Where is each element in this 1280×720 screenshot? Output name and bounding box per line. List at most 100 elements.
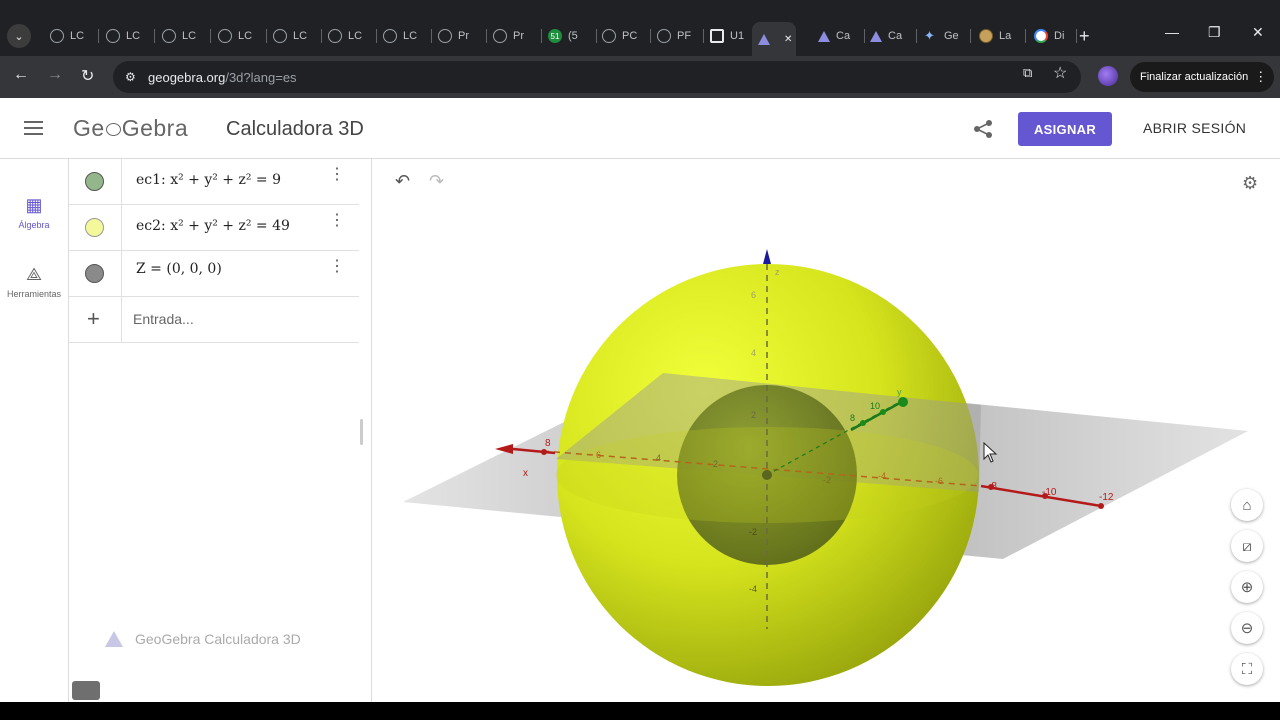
new-tab-button[interactable]: + [1079,26,1090,47]
y-tick-label: 10 [870,401,880,411]
browser-tab-strip: ⌄ LC LC LC LC LC LC LC Pr Pr 51 (5 PC PF U1 ✕ Ca Ca ✦ Ge La… [0,0,1280,56]
tab-search-button[interactable]: ⌄ [7,24,31,48]
redo-icon[interactable]: ↷ [429,171,444,192]
globe-icon [50,29,64,43]
visibility-marble[interactable] [85,218,104,237]
keyboard-icon[interactable] [72,681,100,700]
browser-tab[interactable]: LC [212,22,267,50]
tab-separator [916,29,917,43]
x-tick-label: 4 [656,453,661,463]
visibility-marble[interactable] [85,172,104,191]
tab-title: La [999,30,1012,42]
tab-title: PF [677,30,692,42]
z-tick-label: -2 [749,527,757,537]
graphics-3d-view[interactable]: 8 6 4 2 -2 -4 -6 -8 -10 -12 x 6 4 2 -2 -… [373,159,1280,702]
browser-tab[interactable]: LC [156,22,211,50]
globe-icon [218,29,232,43]
algebra-expression[interactable]: Z = (0, 0, 0) [136,261,222,277]
row-menu-icon[interactable]: ⋮ [329,259,345,275]
tab-separator [1025,29,1026,43]
address-bar[interactable]: ⚙ geogebra.org/3d?lang=es [113,61,1081,93]
y-axis-label: y [897,387,902,397]
profile-avatar[interactable] [1098,66,1118,86]
z-tick-label: 6 [751,290,756,300]
close-window-button[interactable]: ✕ [1252,24,1264,41]
sidebar-item-algebra[interactable]: ▦ Álgebra [0,195,68,230]
browser-tab[interactable]: PF [651,22,704,50]
browser-tab[interactable]: Di [1028,22,1077,50]
geogebra-logo[interactable]: Ge Gebra [73,115,188,142]
utp-icon [710,29,724,43]
view-in-front-button[interactable]: ⧄ [1231,530,1263,562]
tab-separator [210,29,211,43]
visibility-marble[interactable] [85,264,104,283]
x-tick-mark [1098,503,1104,509]
share-icon[interactable] [972,119,994,139]
browser-tab[interactable]: LC [267,22,322,50]
browser-tab[interactable]: U1 [704,22,753,50]
browser-tab[interactable]: Ca [864,22,917,50]
tab-separator [154,29,155,43]
browser-tab[interactable]: Pr [432,22,487,50]
plus-icon[interactable]: + [87,306,100,332]
globe-icon [328,29,342,43]
panel-resize-handle[interactable] [360,419,363,445]
browser-tab[interactable]: LC [322,22,377,50]
algebra-input-row[interactable]: + Entrada... [69,297,359,343]
z-tick-label: 2 [751,410,756,420]
z-tick-label: 4 [751,348,756,358]
home-view-button[interactable]: ⌂ [1231,489,1263,521]
close-tab-icon[interactable]: ✕ [784,34,792,45]
finish-update-button[interactable]: Finalizar actualización ⋮ [1130,62,1274,92]
minimize-button[interactable]: — [1165,24,1179,40]
browser-tab[interactable]: LC [44,22,99,50]
browser-tab[interactable]: Pr [487,22,542,50]
browser-tab[interactable]: LC [377,22,432,50]
restore-button[interactable]: ❐ [1208,24,1221,41]
browser-tab[interactable]: Ca [812,22,865,50]
tab-title: LC [70,30,85,42]
tab-title: LC [403,30,418,42]
3d-scene[interactable]: 8 6 4 2 -2 -4 -6 -8 -10 -12 x 6 4 2 -2 -… [373,159,1280,702]
tab-title: LC [348,30,363,42]
browser-tab[interactable]: 51 (5 [542,22,597,50]
globe-icon [162,29,176,43]
browser-tab[interactable]: LC [100,22,155,50]
login-button[interactable]: ABRIR SESIÓN [1143,120,1246,136]
back-button[interactable]: ← [13,66,29,84]
settings-gear-icon[interactable]: ⚙ [1242,173,1258,194]
sidebar-item-tools[interactable]: ⟁ Herramientas [0,264,68,299]
y-tick-mark [880,409,886,415]
footer-brand-label: GeoGebra Calculadora 3D [135,631,301,647]
bottom-letterbox [0,702,1280,720]
algebra-expression[interactable]: ec2: x² + y² + z² = 49 [136,218,290,234]
algebra-row[interactable]: Z = (0, 0, 0) ⋮ [69,251,359,297]
zoom-out-button[interactable]: ⊖ [1231,612,1263,644]
forward-button[interactable]: → [47,66,63,84]
row-menu-icon[interactable]: ⋮ [329,213,345,229]
app-header: Ge Gebra Calculadora 3D ASIGNAR ABRIR SES… [0,98,1280,159]
fullscreen-button[interactable]: ⛶ [1231,653,1263,685]
algebra-row[interactable]: ec2: x² + y² + z² = 49 ⋮ [69,205,359,251]
undo-icon[interactable]: ↶ [395,171,410,192]
browser-tab[interactable]: ✕ [752,22,796,56]
tab-title: Ca [836,30,851,42]
hamburger-menu-icon[interactable] [24,121,43,135]
browser-tab[interactable]: ✦ Ge [918,22,971,50]
update-label: Finalizar actualización [1140,71,1249,83]
install-app-icon[interactable]: ⧉ [1023,65,1032,81]
browser-tab[interactable]: PC [596,22,651,50]
assign-button[interactable]: ASIGNAR [1018,112,1112,146]
z-axis-arrow [763,249,771,264]
algebra-expression[interactable]: ec1: x² + y² + z² = 9 [136,172,281,188]
row-menu-icon[interactable]: ⋮ [329,167,345,183]
site-info-icon[interactable]: ⚙ [125,70,141,84]
zoom-in-button[interactable]: ⊕ [1231,571,1263,603]
bookmark-star-icon[interactable]: ☆ [1053,63,1067,83]
gemini-icon: ✦ [924,28,935,43]
algebra-row[interactable]: ec1: x² + y² + z² = 9 ⋮ [69,159,359,205]
origin-point-z[interactable] [762,470,772,480]
algebra-input[interactable]: Entrada... [133,311,194,327]
reload-button[interactable]: ↻ [81,66,94,86]
browser-tab[interactable]: La [973,22,1026,50]
